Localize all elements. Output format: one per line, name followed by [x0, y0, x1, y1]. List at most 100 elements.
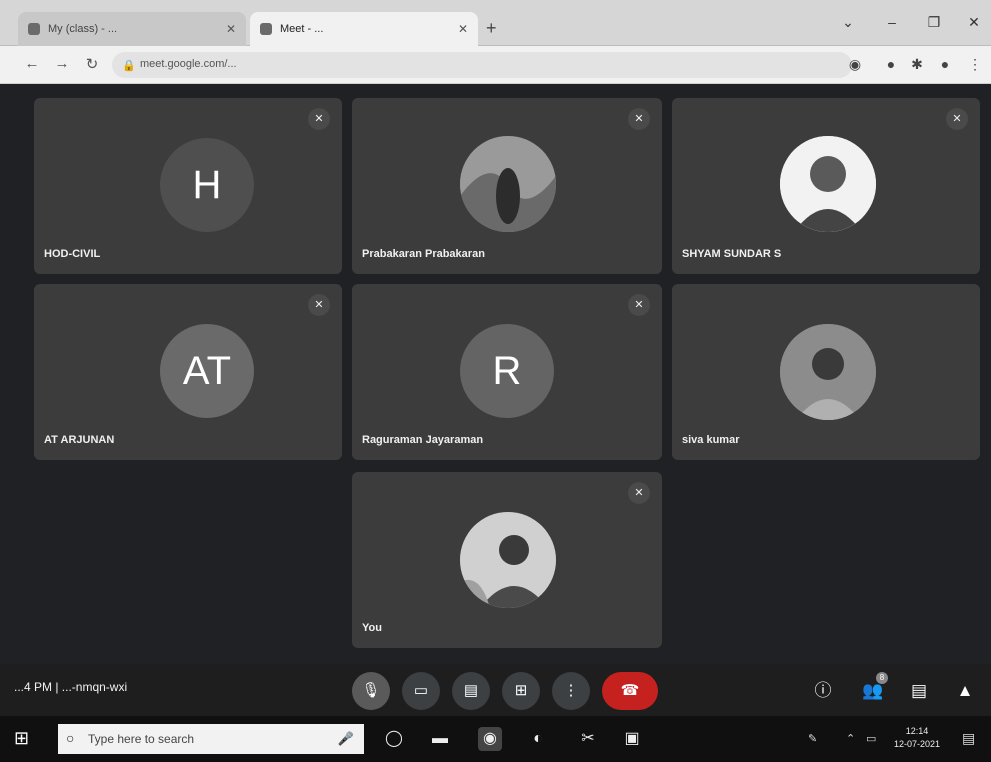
screen-app-icon[interactable]: ▣	[620, 727, 644, 751]
participant-tile[interactable]: ✕ Prabakaran Prabakaran	[352, 98, 662, 274]
clock-time: 12:14	[905, 726, 929, 736]
browser-tab-2[interactable]: Meet - ... ✕	[250, 12, 478, 46]
meeting-details-button[interactable]: ⓘ	[806, 674, 840, 708]
chat-icon: ▤	[910, 681, 928, 700]
windows-start-icon[interactable]: ⊞	[14, 728, 36, 750]
taskbar-search-box[interactable]: ○ Type here to search 🎤	[58, 724, 364, 754]
pen-icon[interactable]: ✎	[808, 732, 817, 745]
captions-icon: ▤	[463, 682, 479, 699]
tab-favicon-icon	[28, 23, 40, 35]
mic-muted-icon: ✕	[946, 108, 968, 130]
network-icon[interactable]: ▭	[866, 732, 876, 745]
people-button[interactable]: 👥 8	[856, 672, 890, 708]
clock-date: 12-07-2021	[894, 739, 941, 749]
avatar: H	[160, 138, 254, 232]
participant-tile[interactable]: siva kumar	[672, 284, 980, 460]
task-view-icon[interactable]: ◯	[382, 727, 406, 751]
tab-label: Meet - ...	[280, 23, 324, 35]
activities-button[interactable]: ▲	[948, 674, 982, 708]
profile-photo	[460, 512, 556, 608]
taskbar: ⊞ ○ Type here to search 🎤 ◯ ▬ ◉ ◐ ✂ ▣ ✎ …	[0, 716, 991, 762]
reload-icon[interactable]: ↻	[82, 55, 102, 73]
avatar	[460, 512, 556, 608]
more-options-button[interactable]: ⋮	[552, 672, 590, 710]
profile-photo	[780, 324, 876, 420]
tray-chevron-icon[interactable]: ⌃	[846, 732, 855, 745]
avatar	[460, 136, 556, 232]
present-button[interactable]: ⊞	[502, 672, 540, 710]
browser-toolbar: ← → ↻ 🔒 meet.google.com/... ◉ ● ✱ ● ⋮	[0, 46, 991, 84]
participant-tile[interactable]: ✕ AT AT ARJUNAN	[34, 284, 342, 460]
end-call-button[interactable]: ☎	[602, 672, 658, 710]
search-placeholder: Type here to search	[88, 732, 195, 746]
avatar: AT	[160, 324, 254, 418]
mic-muted-icon: ✕	[628, 108, 650, 130]
camera-icon: ▭	[413, 682, 429, 699]
puzzle-icon[interactable]: ✱	[908, 56, 926, 73]
forward-icon[interactable]: →	[52, 55, 72, 72]
extension-icon[interactable]: ●	[882, 56, 900, 72]
browser-app-icon[interactable]: ◐	[526, 727, 550, 751]
participant-name: AT ARJUNAN	[44, 434, 115, 446]
close-tab-icon[interactable]: ✕	[458, 22, 468, 36]
chrome-icon[interactable]: ◉	[478, 727, 502, 751]
captions-button[interactable]: ▤	[452, 672, 490, 710]
meet-favicon-icon	[260, 23, 272, 35]
activities-icon: ▲	[956, 681, 974, 700]
microphone-icon[interactable]: 🎤	[338, 731, 354, 747]
profile-photo	[780, 136, 876, 232]
tools-app-icon[interactable]: ✂	[576, 727, 600, 751]
meeting-time-code: ...4 PM | ...-nmqn-wxi	[14, 680, 128, 694]
participant-name: siva kumar	[682, 434, 740, 446]
meeting-grid: ✕ H HOD-CIVIL ✕ Prabakaran Prabakaran ✕	[14, 86, 991, 664]
participant-tile[interactable]: ✕ R Raguraman Jayaraman	[352, 284, 662, 460]
profile-icon[interactable]: ●	[936, 56, 954, 72]
participant-name: Raguraman Jayaraman	[362, 434, 484, 446]
mic-toggle-button[interactable]: 🎙	[352, 672, 390, 710]
close-window-button[interactable]: ✕	[962, 14, 986, 31]
people-count-badge: 8	[876, 672, 888, 684]
avatar: R	[460, 324, 554, 418]
address-bar[interactable]: 🔒 meet.google.com/...	[112, 52, 852, 78]
camera-permission-icon[interactable]: ◉	[846, 56, 864, 73]
participant-name: Prabakaran Prabakaran	[362, 248, 485, 260]
tab-label: My (class) - ...	[48, 23, 118, 35]
end-call-icon: ☎	[620, 682, 640, 699]
participant-tile[interactable]: ✕ SHYAM SUNDAR S	[672, 98, 980, 274]
lock-icon: 🔒	[122, 60, 136, 72]
new-tab-button[interactable]: +	[486, 18, 497, 39]
screen: My (class) - ... ✕ Meet - ... ✕ + ⌄ – ❐ …	[0, 0, 991, 762]
taskbar-clock[interactable]: 12:14 12-07-2021	[894, 725, 940, 751]
mic-muted-icon: ✕	[308, 294, 330, 316]
participant-name: You	[362, 622, 382, 634]
present-icon: ⊞	[514, 682, 528, 699]
mic-muted-icon: ✕	[628, 482, 650, 504]
participant-name: SHYAM SUNDAR S	[682, 248, 782, 260]
mic-muted-icon: ✕	[628, 294, 650, 316]
avatar	[780, 136, 876, 232]
url-text: meet.google.com/...	[140, 58, 237, 70]
maximize-button[interactable]: ❐	[922, 14, 946, 31]
tab-search-icon[interactable]: ⌄	[836, 14, 860, 31]
mic-muted-icon: ✕	[308, 108, 330, 130]
avatar	[780, 324, 876, 420]
info-icon: ⓘ	[814, 681, 832, 700]
chat-button[interactable]: ▤	[902, 674, 936, 708]
participant-name: HOD-CIVIL	[44, 248, 101, 260]
mic-off-icon: 🎙	[361, 682, 381, 699]
notifications-icon[interactable]: ▤	[962, 730, 975, 747]
browser-tab-1[interactable]: My (class) - ... ✕	[18, 12, 246, 46]
browser-tabstrip: My (class) - ... ✕ Meet - ... ✕ + ⌄ – ❐ …	[0, 0, 991, 46]
profile-photo	[460, 136, 556, 232]
minimize-button[interactable]: –	[880, 14, 904, 30]
file-explorer-icon[interactable]: ▬	[428, 727, 452, 751]
camera-toggle-button[interactable]: ▭	[402, 672, 440, 710]
participant-tile[interactable]: ✕ H HOD-CIVIL	[34, 98, 342, 274]
more-icon: ⋮	[563, 682, 579, 699]
participant-tile-self[interactable]: ✕ You	[352, 472, 662, 648]
close-tab-icon[interactable]: ✕	[226, 22, 236, 36]
back-icon[interactable]: ←	[22, 55, 42, 72]
menu-icon[interactable]: ⋮	[966, 56, 984, 73]
search-icon: ○	[66, 730, 75, 746]
meeting-controls: ...4 PM | ...-nmqn-wxi 🎙 ▭ ▤ ⊞ ⋮ ☎ ⓘ 👥 8…	[0, 664, 991, 716]
